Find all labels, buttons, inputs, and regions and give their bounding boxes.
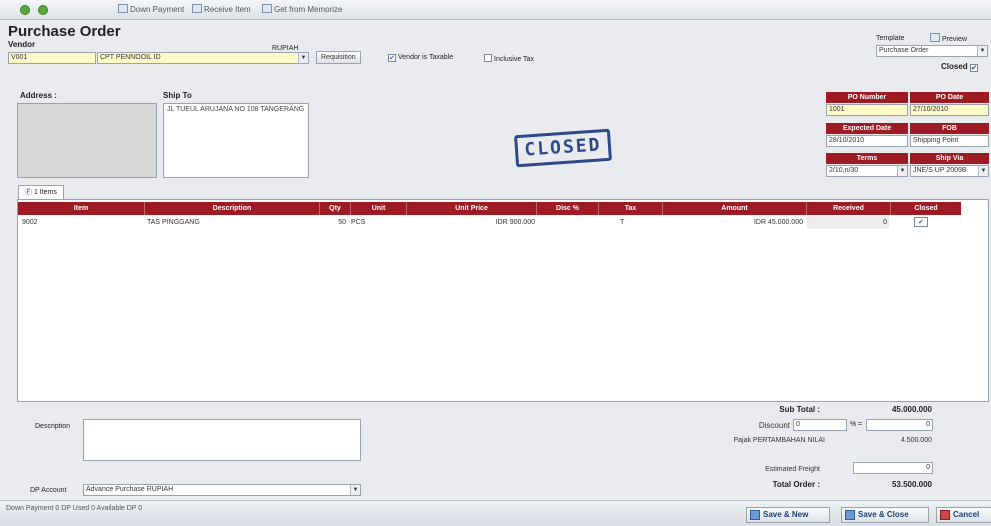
po-date-header: PO Date — [910, 92, 989, 103]
column-header[interactable]: Received — [807, 202, 891, 215]
page-title: Purchase Order — [8, 23, 121, 40]
forward-icon[interactable] — [38, 5, 48, 15]
unit-price-cell: IDR 900.000 — [495, 219, 535, 226]
fob-field[interactable]: Shipping Point — [910, 135, 989, 147]
status-bar: Down Payment 0 DP Used 0 Available DP 0 … — [0, 500, 991, 526]
sub-total-label: Sub Total : — [779, 405, 820, 414]
expected-date-field[interactable]: 28/10/2010 — [826, 135, 908, 147]
template-label: Template — [876, 35, 905, 42]
cancel-icon — [940, 510, 950, 520]
address-label: Address : — [20, 91, 57, 100]
closed-cell-checkbox[interactable]: ✔ — [914, 217, 928, 227]
item-cell: 9002 — [22, 219, 38, 226]
column-header[interactable]: Tax — [599, 202, 663, 215]
receive-item-icon — [192, 4, 202, 13]
vendor-label: Vendor — [8, 40, 36, 49]
amount-cell: IDR 45.000.000 — [753, 219, 803, 226]
cancel-button[interactable]: Cancel — [936, 507, 991, 523]
ship-to-label: Ship To — [163, 91, 192, 100]
column-header[interactable]: Qty — [320, 202, 351, 215]
ship-via-header: Ship Via — [910, 153, 989, 164]
total-order-value: 53.500.000 — [891, 480, 932, 489]
down-payment-icon — [118, 4, 128, 13]
checkbox-checked-icon: ✔ — [969, 64, 978, 72]
grid-header: Item Description Qty Unit Unit Price Dis… — [18, 202, 961, 215]
save-new-button[interactable]: Save & New — [746, 507, 830, 523]
po-number-header: PO Number — [826, 92, 908, 103]
discount-amount-field[interactable]: 0 — [866, 419, 933, 431]
po-date-field[interactable]: 27/10/2010 — [910, 104, 989, 116]
chevron-down-icon[interactable]: ▼ — [897, 166, 907, 176]
dp-account-select[interactable]: Advance Purchase RUPIAH ▼ — [83, 484, 361, 496]
vendor-id-field[interactable]: V001 — [8, 52, 96, 64]
dp-account-label: DP Account — [30, 487, 67, 494]
received-cell: 0 — [807, 216, 889, 229]
memorize-icon — [262, 4, 272, 13]
closed-stamp: CLOSED — [514, 128, 612, 168]
fob-header: FOB — [910, 123, 989, 134]
column-header[interactable]: Amount — [663, 202, 807, 215]
save-icon — [750, 510, 760, 520]
description-cell: TAS PINGGANG — [147, 219, 200, 226]
chevron-down-icon[interactable]: ▼ — [978, 166, 988, 176]
ship-via-select[interactable]: JNE/S UP 2009B ▼ — [910, 165, 989, 177]
save-close-icon — [845, 510, 855, 520]
qty-cell: 50 — [338, 219, 346, 226]
save-close-button[interactable]: Save & Close — [841, 507, 929, 523]
column-header[interactable]: Unit Price — [407, 202, 537, 215]
chevron-down-icon[interactable]: ▼ — [977, 46, 987, 56]
percent-equals-label: % = — [850, 421, 863, 428]
preview-button[interactable]: Preview — [930, 33, 967, 43]
address-field[interactable] — [17, 103, 157, 178]
description-label: Description — [35, 423, 71, 430]
vendor-name-field[interactable]: CPT PENNOOIL ID ▼ — [97, 52, 309, 64]
tax-label: Pajak PERTAMBAHAN NILAI — [733, 437, 825, 444]
table-row[interactable]: 9002 TAS PINGGANG 50 PCS IDR 900.000 T I… — [18, 216, 961, 229]
description-textarea[interactable] — [83, 419, 361, 461]
items-grid: Item Description Qty Unit Unit Price Dis… — [17, 199, 989, 402]
vendor-name-value: CPT PENNOOIL ID — [100, 54, 161, 61]
sub-total-value: 45.000.000 — [891, 405, 932, 414]
checkbox-checked-icon: ✔ — [388, 54, 396, 62]
terms-header: Terms — [826, 153, 908, 164]
disc-cell — [537, 216, 599, 229]
discount-label: Discount — [758, 421, 790, 430]
total-order-label: Total Order : — [772, 480, 820, 489]
vendor-taxable-checkbox[interactable]: ✔ Vendor is Taxable — [388, 54, 453, 62]
dp-status-text: Down Payment 0 DP Used 0 Available DP 0 — [6, 505, 143, 512]
currency-label: RUPIAH — [272, 45, 299, 52]
down-payment-button[interactable]: Down Payment — [118, 4, 184, 16]
tax-cell: T — [620, 219, 625, 226]
chevron-down-icon[interactable]: ▼ — [298, 53, 308, 63]
freight-label: Estimated Freight — [765, 466, 820, 473]
expected-date-header: Expected Date — [826, 123, 908, 134]
top-toolbar: Down Payment Receive Item Get from Memor… — [0, 0, 991, 20]
column-header[interactable]: Item — [18, 202, 145, 215]
ship-to-field[interactable]: JL TUEUL ARUJANA NO 108 TANGERANG — [163, 103, 309, 178]
chevron-down-icon[interactable]: ▼ — [350, 485, 360, 495]
column-header[interactable]: Unit — [351, 202, 407, 215]
closed-checkbox[interactable]: Closed ✔ — [941, 62, 980, 72]
receive-item-button[interactable]: Receive Item — [192, 4, 251, 16]
requisition-button[interactable]: Requisition — [316, 51, 361, 64]
tax-amount-value: 4.500.000 — [900, 437, 932, 444]
freight-field[interactable]: 0 — [853, 462, 933, 474]
column-header[interactable]: Closed — [891, 202, 961, 215]
get-memorize-button[interactable]: Get from Memorize — [262, 4, 342, 16]
column-header[interactable]: Description — [145, 202, 320, 215]
terms-select[interactable]: 2/10,n/30 ▼ — [826, 165, 908, 177]
unit-cell: PCS — [351, 219, 366, 226]
inclusive-tax-checkbox[interactable]: Inclusive Tax — [484, 54, 534, 63]
checkbox-empty-icon — [484, 54, 492, 62]
po-number-field[interactable]: 1001 — [826, 104, 908, 116]
tab-items[interactable]: Ⓕ 1 Items — [18, 185, 64, 199]
discount-percent-field[interactable]: 0 — [793, 419, 847, 431]
back-icon[interactable] — [20, 5, 30, 15]
column-header[interactable]: Disc % — [537, 202, 599, 215]
printer-icon — [930, 33, 940, 42]
template-select[interactable]: Purchase Order ▼ — [876, 45, 988, 57]
